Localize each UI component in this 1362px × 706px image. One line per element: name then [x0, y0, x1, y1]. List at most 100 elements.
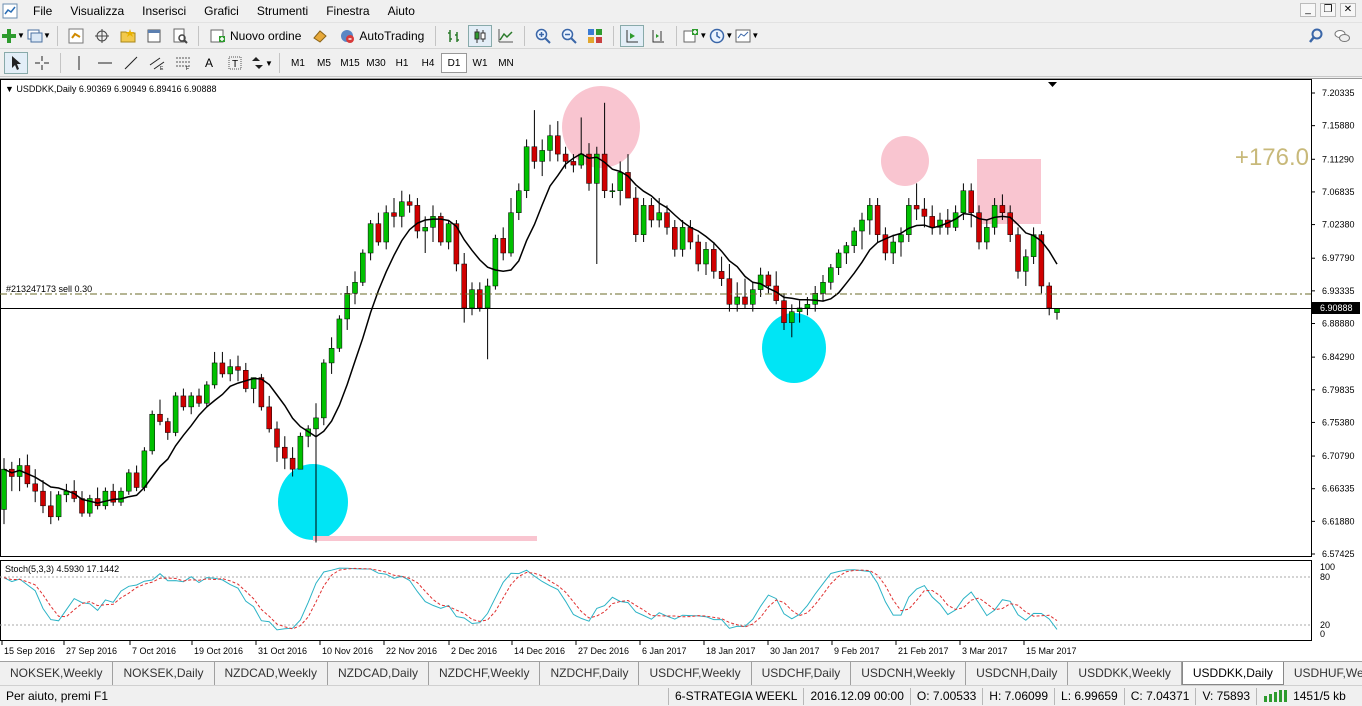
menu-insert[interactable]: Inserisci: [133, 0, 195, 22]
tab-nzdcad-daily[interactable]: NZDCAD,Daily: [328, 662, 429, 685]
arrows-tool[interactable]: ▼: [249, 52, 273, 74]
autotrading-button[interactable]: AutoTrading: [334, 25, 429, 47]
tab-nzdchf-weekly[interactable]: NZDCHF,Weekly: [429, 662, 541, 685]
bar-chart-icon: [448, 29, 460, 42]
tab-usdhuf-weekly[interactable]: USDHUF,We: [1284, 662, 1362, 685]
tab-usddkk-weekly[interactable]: USDDKK,Weekly: [1068, 662, 1182, 685]
chat-button[interactable]: [1330, 25, 1354, 47]
status-low: L: 6.99659: [1054, 687, 1124, 705]
periods-button[interactable]: ▼: [709, 25, 733, 47]
tab-usdchf-daily[interactable]: USDCHF,Daily: [752, 662, 852, 685]
candle-body: [898, 234, 904, 243]
indicator-header: Stoch(5,3,3) 4.5930 17.1442: [5, 564, 119, 574]
new-order-button[interactable]: Nuovo ordine: [205, 25, 306, 47]
text-label-tool[interactable]: T: [223, 52, 247, 74]
candle-body: [890, 241, 896, 254]
crosshair-tool[interactable]: [30, 52, 54, 74]
menu-charts[interactable]: Grafici: [195, 0, 248, 22]
tab-usddkk-daily[interactable]: USDDKK,Daily: [1181, 662, 1284, 685]
candlestick-chart-button[interactable]: [468, 24, 493, 47]
tile-windows-button[interactable]: [583, 25, 607, 47]
chart-window[interactable]: ▼ USDDKK,Daily 6.90369 6.90949 6.89416 6…: [0, 78, 1362, 661]
terminal-button[interactable]: [142, 25, 166, 47]
candle-body: [40, 490, 46, 507]
auto-scroll-button[interactable]: [620, 24, 645, 47]
timeframe-m15[interactable]: M15: [337, 53, 363, 73]
menu-file[interactable]: File: [24, 0, 61, 22]
cursor-tool[interactable]: [4, 52, 28, 74]
data-window-button[interactable]: [90, 25, 114, 47]
bar-chart-button[interactable]: [442, 25, 466, 47]
tab-usdcnh-weekly[interactable]: USDCNH,Weekly: [851, 662, 967, 685]
vertical-line-tool[interactable]: [67, 52, 91, 74]
new-chart-button[interactable]: ▼: [1, 25, 25, 47]
candle-body: [352, 282, 358, 294]
tab-nzdcad-weekly[interactable]: NZDCAD,Weekly: [215, 662, 328, 685]
text-label-icon: T: [228, 56, 242, 70]
arrows-icon: [252, 57, 264, 69]
app-chart-icon[interactable]: [2, 3, 18, 19]
candle-body: [609, 190, 616, 192]
candle-body: [484, 285, 491, 309]
tab-nzdchf-daily[interactable]: NZDCHF,Daily: [540, 662, 640, 685]
menu-window[interactable]: Finestra: [317, 0, 378, 22]
price-chart[interactable]: ▼ USDDKK,Daily 6.90369 6.90949 6.89416 6…: [0, 79, 1362, 662]
candlestick-icon: [474, 28, 486, 43]
date-tick-label: 15 Mar 2017: [1026, 646, 1077, 656]
clock-icon: [710, 28, 725, 43]
restore-icon[interactable]: ❐: [1320, 3, 1336, 17]
chart-shift-button[interactable]: [646, 25, 670, 47]
date-tick-label: 14 Dec 2016: [514, 646, 565, 656]
horizontal-line-tool[interactable]: [93, 52, 117, 74]
metaeditor-button[interactable]: [308, 25, 332, 47]
navigator-button[interactable]: [116, 25, 140, 47]
price-tick-label: 6.61880: [1322, 516, 1355, 526]
search-button[interactable]: [1304, 25, 1328, 47]
timeframe-d1[interactable]: D1: [441, 53, 467, 73]
candle-body: [492, 238, 499, 287]
candle-body: [165, 421, 171, 433]
fibonacci-tool[interactable]: F: [171, 52, 195, 74]
market-watch-button[interactable]: [64, 25, 88, 47]
indicators-button[interactable]: ▼: [683, 25, 707, 47]
zoom-out-button[interactable]: [557, 25, 581, 47]
candle-body: [828, 267, 834, 283]
tab-usdchf-weekly[interactable]: USDCHF,Weekly: [639, 662, 752, 685]
menu-view[interactable]: Visualizza: [61, 0, 133, 22]
candle-body: [48, 505, 54, 518]
timeframe-w1[interactable]: W1: [467, 53, 493, 73]
market-watch-icon: [68, 28, 84, 43]
price-axis[interactable]: 7.20335 7.15880 7.11290 7.06835 7.02380 6.977…: [1311, 88, 1355, 559]
timeframe-m1[interactable]: M1: [285, 53, 311, 73]
price-tick-label: 6.66335: [1322, 484, 1355, 494]
timeframe-h1[interactable]: H1: [389, 53, 415, 73]
timeframe-m30[interactable]: M30: [363, 53, 389, 73]
candle-body: [718, 271, 725, 279]
timeframe-mn[interactable]: MN: [493, 53, 519, 73]
candle-body: [960, 190, 967, 213]
tab-noksek-daily[interactable]: NOKSEK,Daily: [113, 662, 215, 685]
trendline-tool[interactable]: [119, 52, 143, 74]
strategy-tester-button[interactable]: [168, 25, 192, 47]
menu-tools[interactable]: Strumenti: [248, 0, 317, 22]
zoom-out-icon: [562, 28, 578, 44]
templates-button[interactable]: ▼: [735, 25, 759, 47]
separator: [524, 25, 526, 46]
tab-usdcnh-daily[interactable]: USDCNH,Daily: [966, 662, 1069, 685]
status-connection[interactable]: 1451/5 kb: [1256, 687, 1352, 705]
menu-help[interactable]: Aiuto: [379, 0, 424, 22]
connection-traffic: 1451/5 kb: [1293, 688, 1346, 703]
equidistant-channel-tool[interactable]: E: [145, 52, 169, 74]
line-chart-button[interactable]: [494, 25, 518, 47]
close-icon[interactable]: ✕: [1340, 3, 1356, 17]
status-profile[interactable]: 6-STRATEGIA WEEKL: [668, 687, 803, 705]
tab-noksek-weekly[interactable]: NOKSEK,Weekly: [0, 662, 114, 685]
timeframe-h4[interactable]: H4: [415, 53, 441, 73]
zoom-in-button[interactable]: [531, 25, 555, 47]
timeframe-m5[interactable]: M5: [311, 53, 337, 73]
profiles-button[interactable]: ▼: [27, 25, 51, 47]
search-icon: [1309, 28, 1323, 43]
minimize-icon[interactable]: _: [1300, 3, 1316, 17]
text-tool[interactable]: A: [197, 52, 221, 74]
price-tick-label: 6.88880: [1322, 319, 1355, 329]
